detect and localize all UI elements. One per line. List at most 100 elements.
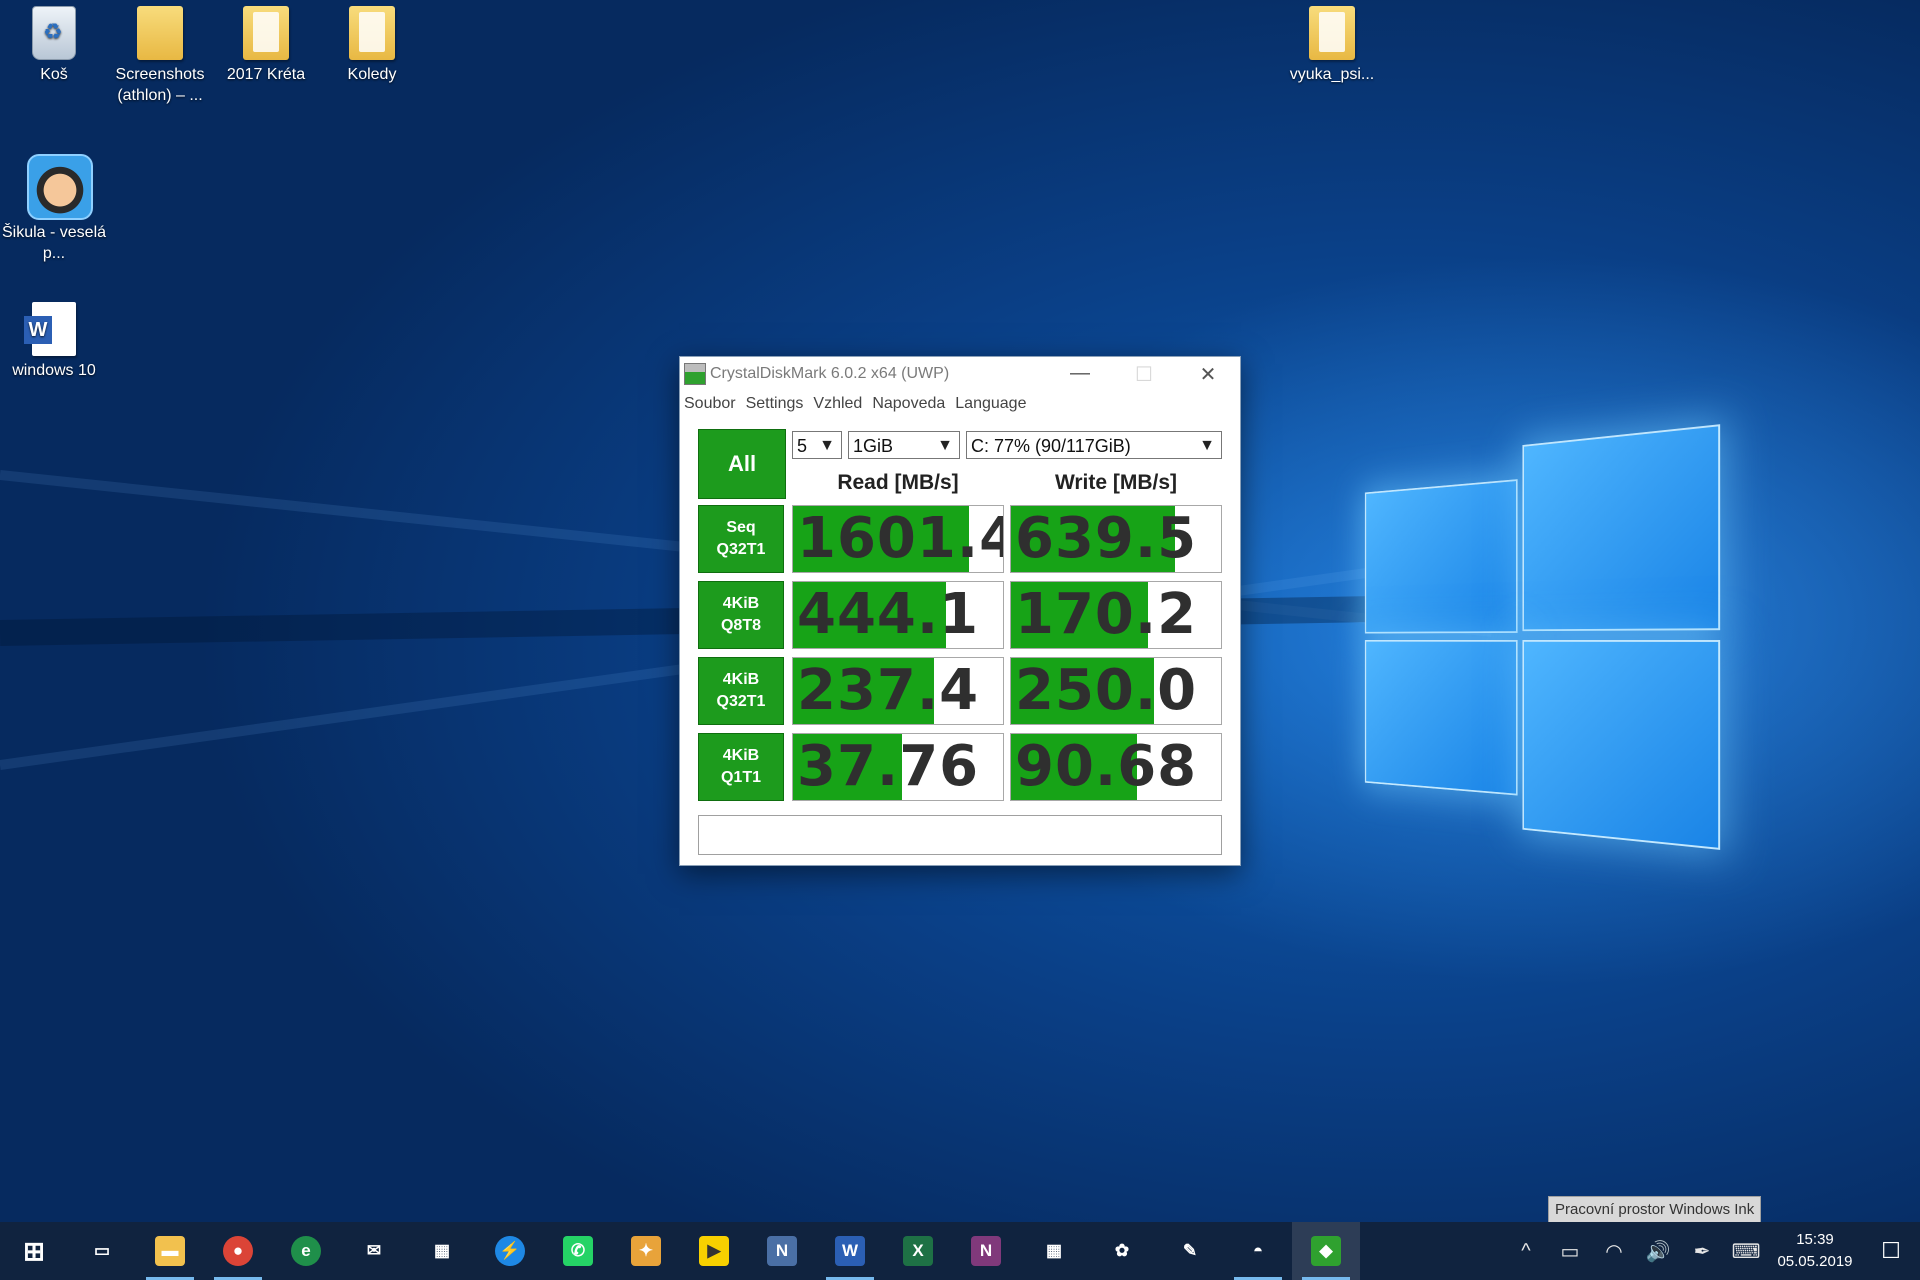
taskbar-word[interactable]: W bbox=[816, 1222, 884, 1280]
read-result: 237.4 bbox=[792, 657, 1004, 725]
close-button[interactable]: ✕ bbox=[1176, 362, 1240, 387]
comment-field[interactable] bbox=[698, 815, 1222, 855]
volume-icon[interactable]: 🔊 bbox=[1636, 1239, 1680, 1264]
taskbar-drive-app[interactable]: ◓ bbox=[1224, 1222, 1292, 1280]
system-tray: ^ ▭ ◠ 🔊 ✒ ⌨ 15:39 05.05.2019 ☐ bbox=[1504, 1222, 1920, 1280]
test-label-line1: 4KiB bbox=[723, 745, 759, 767]
file-explorer-icon: ▬ bbox=[155, 1236, 185, 1266]
desktop-icon-2017-kreta[interactable]: 2017 Kréta bbox=[212, 0, 320, 85]
battery-icon[interactable]: ▭ bbox=[1548, 1239, 1592, 1264]
player-icon: ▶ bbox=[699, 1236, 729, 1266]
desktop-icon-label: Šikula - veselá p... bbox=[0, 222, 108, 264]
keyboard-icon[interactable]: ⌨ bbox=[1724, 1239, 1768, 1264]
pen-icon[interactable]: ✒ bbox=[1680, 1239, 1724, 1264]
mail-icon: ✉ bbox=[359, 1236, 389, 1266]
drive-select-value: C: 77% (90/117GiB) bbox=[971, 436, 1131, 456]
app-icon bbox=[684, 363, 706, 385]
crystaldiskmark-icon: ◆ bbox=[1311, 1236, 1341, 1266]
windows-ink-tooltip: Pracovní prostor Windows Ink bbox=[1548, 1196, 1761, 1224]
start-button[interactable]: ⊞ bbox=[0, 1222, 68, 1280]
menu-language[interactable]: Language bbox=[955, 395, 1026, 413]
taskbar-calendar[interactable]: ▦ bbox=[408, 1222, 476, 1280]
write-result: 90.68 bbox=[1010, 733, 1222, 801]
clock[interactable]: 15:39 05.05.2019 bbox=[1768, 1229, 1862, 1273]
write-value: 250.0 bbox=[1015, 658, 1197, 724]
desktop-icon-sikula[interactable]: Šikula - veselá p... bbox=[0, 148, 108, 264]
folder-icon bbox=[243, 6, 289, 60]
excel-icon: X bbox=[903, 1236, 933, 1266]
taskbar-calculator[interactable]: ▦ bbox=[1020, 1222, 1088, 1280]
size-select[interactable]: 1GiB ▼ bbox=[848, 431, 960, 459]
count-select-value: 5 bbox=[797, 436, 807, 456]
paint-icon: ✎ bbox=[1175, 1236, 1205, 1266]
taskbar-crystaldiskmark[interactable]: ◆ bbox=[1292, 1222, 1360, 1280]
maximize-button: ☐ bbox=[1112, 362, 1176, 387]
taskbar-messenger[interactable]: ⚡ bbox=[476, 1222, 544, 1280]
taskbar-file-explorer[interactable]: ▬ bbox=[136, 1222, 204, 1280]
drive-select[interactable]: C: 77% (90/117GiB) ▼ bbox=[966, 431, 1222, 459]
test-button-4kib-q8t8[interactable]: 4KiB Q8T8 bbox=[698, 581, 784, 649]
taskbar-mail[interactable]: ✉ bbox=[340, 1222, 408, 1280]
menu-vzhled[interactable]: Vzhled bbox=[813, 395, 862, 413]
notifications-icon[interactable]: ☐ bbox=[1862, 1238, 1920, 1264]
crystaldiskmark-window: CrystalDiskMark 6.0.2 x64 (UWP) — ☐ ✕ So… bbox=[679, 356, 1241, 866]
windows-logo-wallpaper bbox=[1280, 400, 1760, 880]
chevron-down-icon: ▼ bbox=[937, 432, 953, 460]
desktop-icon-label: Screenshots (athlon) – ... bbox=[106, 64, 214, 106]
messenger-icon: ⚡ bbox=[495, 1236, 525, 1266]
menu-soubor[interactable]: Soubor bbox=[684, 395, 736, 413]
read-result: 1601.4 bbox=[792, 505, 1004, 573]
app-shortcut-icon bbox=[27, 154, 93, 220]
desktop-icon-screenshots[interactable]: Screenshots (athlon) – ... bbox=[106, 0, 214, 106]
taskbar-n15[interactable]: N bbox=[748, 1222, 816, 1280]
desktop-icon-vyuka-psi[interactable]: vyuka_psi... bbox=[1278, 0, 1386, 85]
desktop-icon-label: Koledy bbox=[318, 64, 426, 85]
wifi-icon[interactable]: ◠ bbox=[1592, 1239, 1636, 1264]
menu-settings[interactable]: Settings bbox=[746, 395, 804, 413]
taskbar-paint[interactable]: ✎ bbox=[1156, 1222, 1224, 1280]
task-view-button[interactable]: ▭ bbox=[68, 1222, 136, 1280]
write-value: 170.2 bbox=[1015, 582, 1197, 648]
test-label-line2: Q1T1 bbox=[721, 767, 761, 789]
taskbar-photos[interactable]: ✦ bbox=[612, 1222, 680, 1280]
onenote-icon: N bbox=[971, 1236, 1001, 1266]
folder-shortcut-icon bbox=[137, 6, 183, 60]
calculator-icon: ▦ bbox=[1039, 1236, 1069, 1266]
taskbar: ⊞ ▭ ▬ ● e ✉ ▦ ⚡ ✆ ✦ ▶ N W X N ▦ ✿ ✎ ◓ ◆ … bbox=[0, 1222, 1920, 1280]
test-button-seq-q32t1[interactable]: Seq Q32T1 bbox=[698, 505, 784, 573]
desktop-icon-windows-10[interactable]: W windows 10 bbox=[0, 296, 108, 381]
all-button[interactable]: All bbox=[698, 429, 786, 499]
desktop-icon-koledy[interactable]: Koledy bbox=[318, 0, 426, 85]
menu-napoveda[interactable]: Napoveda bbox=[872, 395, 945, 413]
taskbar-paint-3d[interactable]: ✿ bbox=[1088, 1222, 1156, 1280]
minimize-button[interactable]: — bbox=[1048, 362, 1112, 387]
size-select-value: 1GiB bbox=[853, 436, 893, 456]
test-label-line2: Q32T1 bbox=[717, 539, 766, 561]
test-button-4kib-q1t1[interactable]: 4KiB Q1T1 bbox=[698, 733, 784, 801]
n15-icon: N bbox=[767, 1236, 797, 1266]
windows-start-icon: ⊞ bbox=[19, 1236, 49, 1266]
taskbar-player[interactable]: ▶ bbox=[680, 1222, 748, 1280]
write-header: Write [MB/s] bbox=[1010, 471, 1222, 495]
test-label-line1: 4KiB bbox=[723, 669, 759, 691]
read-value: 444.1 bbox=[797, 582, 979, 648]
title-bar[interactable]: CrystalDiskMark 6.0.2 x64 (UWP) — ☐ ✕ bbox=[680, 357, 1240, 391]
chevron-up-icon[interactable]: ^ bbox=[1504, 1240, 1548, 1263]
desktop-icon-recycle-bin[interactable]: ♻ Koš bbox=[0, 0, 108, 85]
desktop-icon-label: windows 10 bbox=[0, 360, 108, 381]
read-value: 1601.4 bbox=[797, 506, 1004, 572]
test-button-4kib-q32t1[interactable]: 4KiB Q32T1 bbox=[698, 657, 784, 725]
recycle-bin-icon: ♻ bbox=[32, 6, 76, 60]
write-result: 250.0 bbox=[1010, 657, 1222, 725]
taskbar-whatsapp[interactable]: ✆ bbox=[544, 1222, 612, 1280]
taskbar-chrome[interactable]: ● bbox=[204, 1222, 272, 1280]
read-result: 37.76 bbox=[792, 733, 1004, 801]
taskbar-onenote[interactable]: N bbox=[952, 1222, 1020, 1280]
taskbar-edge-dev[interactable]: e bbox=[272, 1222, 340, 1280]
drive-app-icon: ◓ bbox=[1243, 1236, 1273, 1266]
folder-icon bbox=[1309, 6, 1355, 60]
read-result: 444.1 bbox=[792, 581, 1004, 649]
taskbar-excel[interactable]: X bbox=[884, 1222, 952, 1280]
count-select[interactable]: 5 ▼ bbox=[792, 431, 842, 459]
chevron-down-icon: ▼ bbox=[1199, 432, 1215, 460]
